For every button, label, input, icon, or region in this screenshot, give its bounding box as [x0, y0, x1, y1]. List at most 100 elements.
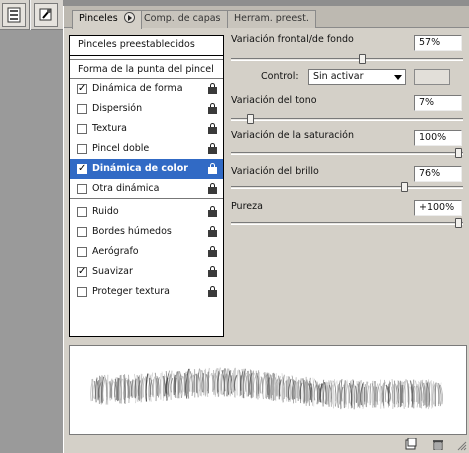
hue-jitter-label: Variación del tono — [231, 95, 317, 106]
fg-bg-jitter-value[interactable]: 57% — [414, 35, 462, 51]
stroke-fiber — [271, 378, 274, 396]
option-wet-edges[interactable]: Bordes húmedos — [70, 222, 223, 242]
option-label: Pincel doble — [92, 143, 150, 154]
stroke-fiber — [289, 376, 291, 402]
option-label: Aerógrafo — [92, 246, 139, 257]
stroke-fiber — [356, 380, 359, 408]
trash-icon[interactable] — [432, 438, 444, 451]
stroke-fiber — [341, 386, 344, 402]
checkbox[interactable] — [77, 207, 87, 217]
hue-jitter-value[interactable]: 7% — [414, 95, 462, 111]
option-scattering[interactable]: Dispersión — [70, 99, 223, 119]
lock-icon[interactable] — [208, 206, 217, 217]
tab-brushes[interactable]: Pinceles — [72, 10, 142, 29]
stroke-fiber — [325, 381, 328, 405]
fg-bg-jitter-slider[interactable] — [231, 54, 463, 64]
stroke-fiber — [254, 373, 258, 396]
checkbox[interactable] — [77, 227, 87, 237]
checkbox[interactable] — [77, 160, 87, 178]
option-protect-texture[interactable]: Proteger textura — [70, 282, 223, 302]
option-other-dynamics[interactable]: Otra dinámica — [70, 179, 223, 199]
checkbox[interactable] — [77, 124, 87, 134]
lock-icon[interactable] — [208, 103, 217, 114]
stroke-fiber — [126, 379, 129, 398]
stroke-fiber — [236, 370, 239, 396]
option-label: Dinámica de forma — [92, 83, 183, 94]
stroke-fiber — [313, 384, 317, 401]
brush-presets-item[interactable]: Pinceles preestablecidos — [70, 36, 223, 56]
brush-tip-shape-item[interactable]: Forma de la punta del pincel — [70, 59, 223, 79]
purity-slider[interactable] — [231, 218, 463, 228]
stroke-fiber — [380, 379, 382, 409]
lock-icon[interactable] — [208, 226, 217, 237]
option-dual-brush[interactable]: Pincel doble — [70, 139, 223, 159]
tab-tool-presets-label: Herram. preest. — [234, 13, 309, 24]
stroke-fiber — [224, 373, 227, 392]
stroke-fiber — [253, 376, 256, 393]
control-select[interactable]: Sin activar — [308, 69, 406, 85]
saturation-jitter-slider[interactable] — [231, 148, 463, 158]
brightness-jitter-value[interactable]: 76% — [414, 166, 462, 182]
lock-icon[interactable] — [208, 83, 217, 94]
saturation-jitter-label: Variación de la saturación — [231, 130, 354, 141]
palette-icon[interactable] — [2, 3, 26, 27]
purity-value[interactable]: +100% — [414, 200, 462, 216]
tab-tool-presets[interactable]: Herram. preest. — [227, 10, 316, 28]
stroke-fiber — [142, 378, 145, 398]
lock-icon[interactable] — [208, 286, 217, 297]
stroke-fiber — [278, 379, 282, 397]
option-texture[interactable]: Textura — [70, 119, 223, 139]
lock-icon[interactable] — [208, 246, 217, 257]
lock-icon[interactable] — [208, 143, 217, 154]
saturation-jitter-value[interactable]: 100% — [414, 130, 462, 146]
option-airbrush[interactable]: Aerógrafo — [70, 242, 223, 262]
option-label: Otra dinámica — [92, 183, 160, 194]
option-color-dynamics[interactable]: Dinámica de color — [70, 159, 223, 179]
chevron-down-icon — [394, 75, 402, 80]
slider-thumb[interactable] — [247, 114, 254, 124]
tool-presets-icon[interactable] — [34, 3, 58, 27]
resize-grip-icon[interactable] — [457, 441, 467, 451]
lock-icon[interactable] — [208, 266, 217, 277]
brightness-jitter-slider[interactable] — [231, 182, 463, 192]
stroke-fiber — [403, 378, 407, 409]
brush-stroke-preview — [69, 345, 467, 435]
stroke-fiber — [438, 385, 441, 404]
slider-thumb[interactable] — [359, 54, 366, 64]
panel-tabs: Pinceles Comp. de capas Herram. preest. — [64, 6, 469, 29]
checkbox[interactable] — [77, 263, 87, 281]
checkbox[interactable] — [77, 287, 87, 297]
option-noise[interactable]: Ruido — [70, 202, 223, 222]
slider-thumb[interactable] — [455, 148, 462, 158]
tab-layer-comps-label: Comp. de capas — [144, 13, 221, 24]
slider-thumb[interactable] — [455, 218, 462, 228]
stroke-fiber — [345, 383, 349, 405]
checkbox[interactable] — [77, 184, 87, 194]
option-label: Ruido — [92, 206, 119, 217]
option-label: Suavizar — [92, 266, 133, 277]
option-label: Bordes húmedos — [92, 226, 172, 237]
control-extra-field — [414, 69, 450, 85]
stroke-fiber — [413, 385, 417, 403]
stroke-fiber — [131, 379, 134, 398]
checkbox[interactable] — [77, 144, 87, 154]
slider-thumb[interactable] — [401, 182, 408, 192]
lock-icon[interactable] — [208, 183, 217, 194]
option-smoothing[interactable]: Suavizar — [70, 262, 223, 282]
lock-icon[interactable] — [208, 163, 217, 174]
hue-jitter-slider[interactable] — [231, 114, 463, 124]
option-shape-dynamics[interactable]: Dinámica de forma — [70, 79, 223, 99]
lock-icon[interactable] — [208, 123, 217, 134]
control-select-value: Sin activar — [313, 71, 364, 82]
checkbox[interactable] — [77, 247, 87, 257]
option-label: Textura — [92, 123, 127, 134]
tab-layer-comps[interactable]: Comp. de capas — [137, 10, 228, 28]
stroke-fiber — [95, 377, 98, 403]
checkbox[interactable] — [77, 80, 87, 98]
brightness-jitter-label: Variación del brillo — [231, 166, 319, 177]
new-brush-icon[interactable] — [405, 437, 417, 450]
stroke-fiber — [130, 380, 132, 397]
panel-menu-icon[interactable] — [123, 12, 135, 23]
checkbox[interactable] — [77, 104, 87, 114]
option-label: Dinámica de color — [92, 163, 188, 174]
